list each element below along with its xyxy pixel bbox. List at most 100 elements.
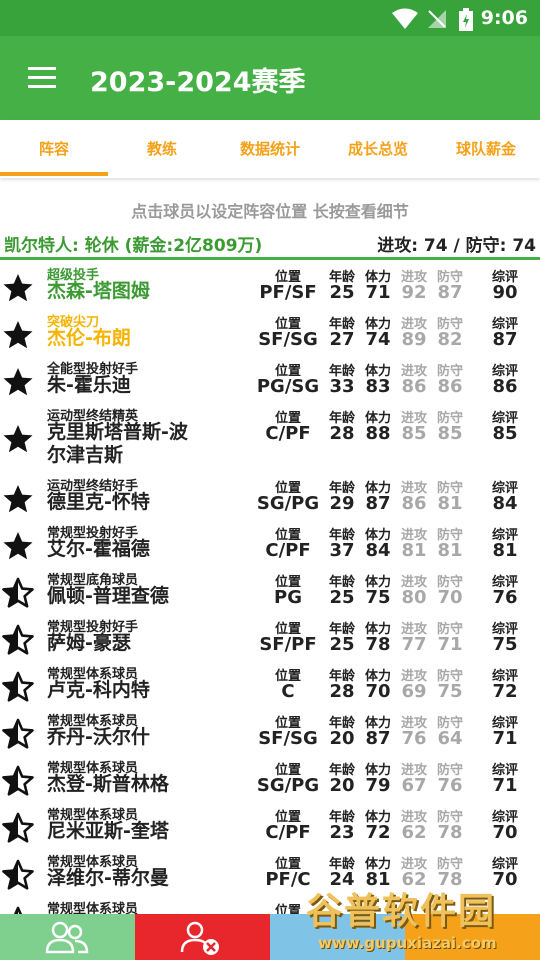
player-pos: C/PF [265,822,311,843]
player-pos: PG [274,587,302,608]
tab-lineup[interactable]: 阵容 [0,138,108,159]
player-row[interactable]: 常规型投射好手 萨姆-豪瑟 位置 年龄 体力 进攻 防守 综评 SF/PF 25 78 77 71 75 [0,615,540,662]
player-off: 81 [401,540,427,561]
player-name: 克里斯塔普斯-波尔津吉斯 [47,421,188,466]
player-def: 87 [437,282,463,303]
player-name: 德里克-怀特 [47,491,150,513]
player-stamina: 79 [365,775,391,796]
player-row[interactable]: 常规型投射好手 艾尔-霍福德 位置 年龄 体力 进攻 防守 综评 C/PF 37 84 81 81 81 [0,521,540,568]
player-row[interactable]: 常规型体系球员 卢克-科内特 位置 年龄 体力 进攻 防守 综评 C 28 70 69 75 72 [0,662,540,709]
player-name: 泽维尔-蒂尔曼 [47,867,169,889]
player-name: 杰森-塔图姆 [47,280,150,302]
menu-icon[interactable] [28,67,56,89]
player-row[interactable]: 超级投手 杰森-塔图姆 位置 年龄 体力 进攻 防守 综评 PF/SF 25 71 92 87 90 [0,263,540,310]
player-row[interactable]: 突破尖刀 杰伦-布朗 位置 年龄 体力 进攻 防守 综评 SF/SG 27 74 89 82 87 [0,310,540,357]
player-off: 67 [401,775,427,796]
player-pos: C/PF [265,423,311,444]
player-def: 82 [437,329,463,350]
player-def: 86 [437,376,463,397]
player-off: 86 [401,493,427,514]
player-ovr: 84 [492,493,518,514]
player-stamina: 83 [365,376,391,397]
player-off: 92 [401,282,427,303]
star-rating-icon [2,319,34,351]
player-row[interactable]: 全能型投射好手 朱-霍乐迪 位置 年龄 体力 进攻 防守 综评 PG/SG 33 83 86 86 86 [0,357,540,404]
group-icon [45,921,89,954]
player-stamina: 70 [365,681,391,702]
app-bar: 2023-2024赛季 [0,36,540,120]
player-ovr: 86 [492,376,518,397]
player-name: 艾尔-霍福德 [47,538,150,560]
release-button[interactable] [135,914,270,960]
player-row[interactable]: 常规型体系球员 杰登-斯普林格 位置 年龄 体力 进攻 防守 综评 SG/PG 20 79 67 76 7… [0,756,540,803]
tab-salary[interactable]: 球队薪金 [432,138,540,159]
player-off: 89 [401,329,427,350]
tab-coach[interactable]: 教练 [108,138,216,159]
player-stamina: 72 [365,822,391,843]
tab-indicator [0,172,108,176]
player-age: 27 [329,329,355,350]
player-stamina: 84 [365,540,391,561]
players-button[interactable] [0,914,135,960]
player-age: 25 [329,587,355,608]
player-def: 81 [437,493,463,514]
player-age: 37 [329,540,355,561]
player-row[interactable]: 常规型体系球员 乔丹-沃尔什 位置 年龄 体力 进攻 防守 综评 SF/SG 20 87 76 64 71 [0,709,540,756]
player-age: 28 [329,681,355,702]
star-rating-icon [2,671,34,703]
player-ovr: 71 [492,728,518,749]
player-name: 萨姆-豪瑟 [47,632,131,654]
player-ovr: 72 [492,681,518,702]
star-rating-icon [2,812,34,844]
player-off: 77 [401,634,427,655]
star-rating-icon [2,859,34,891]
player-pos: SF/PF [259,634,317,655]
tab-growth[interactable]: 成长总览 [324,138,432,159]
player-age: 28 [329,423,355,444]
player-age: 33 [329,376,355,397]
star-rating-icon [2,423,34,455]
player-pos: PG/SG [256,376,320,397]
player-row[interactable]: 常规型底角球员 佩顿-普理查德 位置 年龄 体力 进攻 防守 综评 PG 25 75 80 70 76 [0,568,540,615]
player-row[interactable]: 运动型终结好手 德里克-怀特 位置 年龄 体力 进攻 防守 综评 SG/PG 29 87 86 81 84 [0,474,540,521]
tab-stats[interactable]: 数据统计 [216,138,324,159]
star-rating-icon [2,624,34,656]
player-list: 超级投手 杰森-塔图姆 位置 年龄 体力 进攻 防守 综评 PF/SF 25 71 92 87 90 突破尖… [0,263,540,944]
player-ovr: 85 [492,423,518,444]
player-name: 杰伦-布朗 [47,327,131,349]
player-off: 86 [401,376,427,397]
player-pos: SG/PG [256,493,320,514]
player-pos: C/PF [265,540,311,561]
player-off: 62 [401,822,427,843]
star-rating-icon [2,483,34,515]
player-pos: SG/PG [256,775,320,796]
player-pos: PF/SF [259,282,317,303]
player-ovr: 70 [492,822,518,843]
player-age: 29 [329,493,355,514]
star-rating-icon [2,765,34,797]
player-row[interactable]: 运动型终结精英 克里斯塔普斯-波尔津吉斯 位置 年龄 体力 进攻 防守 综评 C/PF 28 88 8… [0,404,540,474]
team-ratings: 进攻: 74 / 防守: 74 [377,236,536,256]
player-def: 64 [437,728,463,749]
player-stamina: 87 [365,493,391,514]
player-stamina: 74 [365,329,391,350]
watermark-logo: 谷普软件园 www.gupuxiazai.com [300,882,540,960]
hint-text: 点击球员以设定阵容位置 长按查看细节 [131,202,409,221]
player-stamina: 78 [365,634,391,655]
player-name: 乔丹-沃尔什 [47,726,150,748]
player-pos: C [281,681,295,702]
status-bar: 9:06 [0,0,540,36]
player-age: 20 [329,728,355,749]
battery-icon [459,8,473,31]
player-def: 75 [437,681,463,702]
player-def: 76 [437,775,463,796]
player-name: 杰登-斯普林格 [47,773,169,795]
player-def: 70 [437,587,463,608]
star-rating-icon [2,577,34,609]
status-time: 9:06 [480,7,528,29]
star-rating-icon [2,366,34,398]
divider [0,257,540,260]
player-stamina: 87 [365,728,391,749]
page-title: 2023-2024赛季 [90,67,306,98]
player-row[interactable]: 常规型体系球员 尼米亚斯-奎塔 位置 年龄 体力 进攻 防守 综评 C/PF 23 72 62 78 70 [0,803,540,850]
